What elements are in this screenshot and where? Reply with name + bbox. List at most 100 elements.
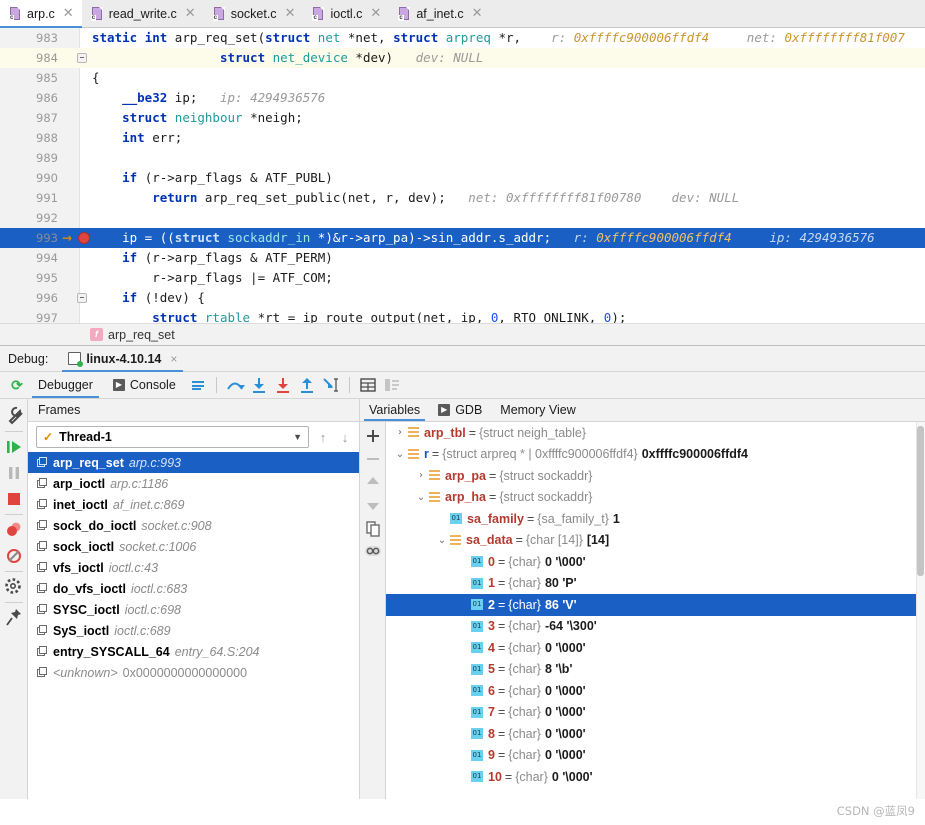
code-line-993[interactable]: 993 → ip = ((struct sockaddr_in *)&r->arp… (0, 228, 925, 248)
move-down-icon[interactable] (363, 494, 383, 517)
close-icon[interactable]: ✕ (285, 7, 296, 20)
view-breakpoints-icon[interactable] (3, 517, 25, 543)
run-to-cursor-icon[interactable] (319, 375, 343, 395)
close-icon[interactable]: ✕ (370, 7, 381, 20)
variable-row[interactable]: ⌄ arp_ha = {struct sockaddr} (386, 487, 925, 509)
variables-scrollbar-thumb[interactable] (917, 426, 924, 576)
code-lines[interactable]: 983 static int arp_req_set(struct net *ne… (0, 28, 925, 328)
pin-tab-icon[interactable] (3, 605, 25, 631)
variable-row[interactable]: 01 7 = {char} 0 '\000' (386, 702, 925, 724)
frame-row[interactable]: SyS_ioctl ioctl.c:689 (28, 620, 359, 641)
breadcrumb-label[interactable]: arp_req_set (108, 328, 175, 342)
close-icon[interactable]: ✕ (185, 7, 196, 20)
frame-row[interactable]: vfs_ioctl ioctl.c:43 (28, 557, 359, 578)
tab-console[interactable]: ▶ Console (103, 372, 186, 398)
frame-row[interactable]: entry_SYSCALL_64 entry_64.S:204 (28, 641, 359, 662)
code-line-995[interactable]: 995 r->arp_flags |= ATF_COM; (0, 268, 925, 288)
remove-watch-icon[interactable] (363, 448, 383, 471)
expand-chevron-icon[interactable]: › (413, 470, 429, 481)
close-icon[interactable]: × (170, 352, 177, 366)
code-line-987[interactable]: 987 struct neighbour *neigh; (0, 108, 925, 128)
code-fold-icon[interactable] (77, 53, 87, 63)
frame-row[interactable]: SYSC_ioctl ioctl.c:698 (28, 599, 359, 620)
variables-tree[interactable]: › arp_tbl = {struct neigh_table} ⌄ r = {struct … (386, 422, 925, 799)
collapse-chevron-icon[interactable]: ⌄ (392, 449, 408, 460)
force-step-into-icon[interactable] (271, 375, 295, 395)
copy-value-icon[interactable] (363, 517, 383, 540)
resume-program-icon[interactable] (3, 434, 25, 460)
variable-row[interactable]: 01 0 = {char} 0 '\000' (386, 551, 925, 573)
frame-row[interactable]: sock_ioctl socket.c:1006 (28, 536, 359, 557)
code-line-996[interactable]: 996 if (!dev) { (0, 288, 925, 308)
variable-row[interactable]: 01 sa_family = {sa_family_t} 1 (386, 508, 925, 530)
code-editor[interactable]: 983 static int arp_req_set(struct net *ne… (0, 28, 925, 345)
thread-dropdown[interactable]: ✓ Thread-1 ▼ (36, 426, 309, 448)
variable-row[interactable]: 01 6 = {char} 0 '\000' (386, 680, 925, 702)
tab-debugger[interactable]: Debugger (28, 372, 103, 398)
mute-breakpoints-icon[interactable] (3, 543, 25, 569)
collapse-chevron-icon[interactable]: ⌄ (434, 535, 450, 546)
variable-row[interactable]: 01 1 = {char} 80 'P' (386, 573, 925, 595)
debug-session-tab[interactable]: linux-4.10.14 × (62, 346, 184, 372)
breadcrumb[interactable]: f arp_req_set (0, 323, 925, 345)
code-line-992[interactable]: 992 (0, 208, 925, 228)
rerun-icon[interactable]: ⟳ (6, 377, 28, 394)
variable-row[interactable]: › arp_tbl = {struct neigh_table} (386, 422, 925, 444)
frame-row[interactable]: arp_req_set arp.c:993 (28, 452, 359, 473)
editor-tab-arp-c[interactable]: c arp.c ✕ (0, 0, 82, 28)
pause-program-icon[interactable] (3, 460, 25, 486)
frame-up-button[interactable]: ↑ (315, 430, 331, 445)
code-line-994[interactable]: 994 if (r->arp_flags & ATF_PERM) (0, 248, 925, 268)
settings-wrench-icon[interactable] (3, 403, 25, 429)
move-up-icon[interactable] (363, 471, 383, 494)
variable-row[interactable]: ⌄ r = {struct arpreq * | 0xffffc900006ffdf4… (386, 444, 925, 466)
collapse-chevron-icon[interactable]: ⌄ (413, 492, 429, 503)
step-into-icon[interactable] (247, 375, 271, 395)
variable-row[interactable]: 01 8 = {char} 0 '\000' (386, 723, 925, 745)
editor-tab-af_inet-c[interactable]: c af_inet.c ✕ (389, 0, 490, 27)
editor-tab-socket-c[interactable]: c socket.c ✕ (204, 0, 304, 27)
frame-down-button[interactable]: ↓ (337, 430, 353, 445)
code-line-983[interactable]: 983 static int arp_req_set(struct net *ne… (0, 28, 925, 48)
frame-row[interactable]: inet_ioctl af_inet.c:869 (28, 494, 359, 515)
code-line-990[interactable]: 990 if (r->arp_flags & ATF_PUBL) (0, 168, 925, 188)
variables-scrollbar[interactable] (916, 422, 925, 799)
editor-tab-ioctl-c[interactable]: c ioctl.c ✕ (303, 0, 389, 27)
tab-gdb[interactable]: ▶ GDB (429, 399, 491, 421)
variable-row[interactable]: ⌄ sa_data = {char [14]} [14] (386, 530, 925, 552)
variable-row[interactable]: 01 3 = {char} -64 '\300' (386, 616, 925, 638)
variable-row[interactable]: 01 9 = {char} 0 '\000' (386, 745, 925, 767)
frame-row[interactable]: sock_do_ioctl socket.c:908 (28, 515, 359, 536)
variable-row[interactable]: 01 10 = {char} 0 '\000' (386, 766, 925, 788)
stop-program-icon[interactable] (3, 486, 25, 512)
variable-row[interactable]: 01 2 = {char} 86 'V' (386, 594, 925, 616)
code-line-986[interactable]: 986 __be32 ip; ip: 4294936576 (0, 88, 925, 108)
editor-tab-read_write-c[interactable]: c read_write.c ✕ (82, 0, 204, 27)
layout-settings-icon[interactable] (186, 375, 210, 395)
code-line-984[interactable]: 984 struct net_device *dev) dev: NULL (0, 48, 925, 68)
variable-row[interactable]: 01 4 = {char} 0 '\000' (386, 637, 925, 659)
close-icon[interactable]: ✕ (63, 7, 74, 20)
settings-gear-icon[interactable] (3, 574, 25, 600)
frame-row[interactable]: arp_ioctl arp.c:1186 (28, 473, 359, 494)
code-line-988[interactable]: 988 int err; (0, 128, 925, 148)
frame-row[interactable]: <unknown> 0x0000000000000000 (28, 662, 359, 683)
breakpoint-icon[interactable] (78, 232, 90, 244)
code-line-989[interactable]: 989 (0, 148, 925, 168)
watches-icon[interactable] (363, 540, 383, 563)
evaluate-expression-icon[interactable] (356, 375, 380, 395)
frame-list[interactable]: arp_req_set arp.c:993 arp_ioctl arp.c:1186 i… (28, 452, 359, 799)
close-icon[interactable]: ✕ (472, 7, 483, 20)
step-over-icon[interactable] (223, 375, 247, 395)
variable-row[interactable]: 01 5 = {char} 8 '\b' (386, 659, 925, 681)
expand-chevron-icon[interactable]: › (392, 427, 408, 438)
code-fold-icon[interactable] (77, 293, 87, 303)
show-frames-icon[interactable] (380, 375, 404, 395)
frame-row[interactable]: do_vfs_ioctl ioctl.c:683 (28, 578, 359, 599)
step-out-icon[interactable] (295, 375, 319, 395)
add-watch-icon[interactable] (363, 425, 383, 448)
code-line-985[interactable]: 985 { (0, 68, 925, 88)
chevron-down-icon[interactable]: ▼ (293, 432, 302, 442)
tab-variables[interactable]: Variables (360, 399, 429, 421)
tab-memory-view[interactable]: Memory View (491, 399, 584, 421)
